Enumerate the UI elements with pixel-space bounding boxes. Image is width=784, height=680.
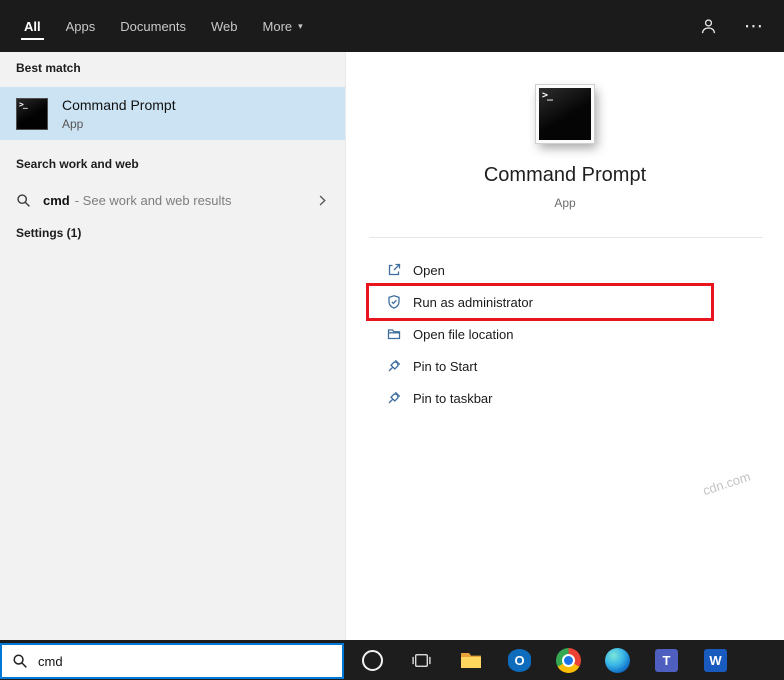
tab-documents[interactable]: Documents [120,0,186,52]
action-open-file-location-label: Open file location [413,327,513,342]
topbar-actions: ⋯ [699,0,764,52]
chrome-icon [556,648,581,673]
action-open-file-location[interactable]: Open file location [369,318,763,350]
cortana-icon [362,650,383,671]
search-icon [16,193,31,208]
more-options-icon[interactable]: ⋯ [744,17,764,36]
best-match-header: Best match [16,61,81,75]
tab-web[interactable]: Web [211,0,238,52]
result-preview-panel: Command Prompt App Open [345,52,784,640]
tab-web-label: Web [211,19,238,34]
pin-icon [386,358,402,374]
best-match-text: Command Prompt App [62,97,176,131]
chrome-button[interactable] [544,640,593,680]
outlook-button[interactable]: O [495,640,544,680]
command-prompt-icon-large [536,85,594,143]
web-suggestion-item[interactable]: cmd - See work and web results [0,184,345,216]
search-icon [12,653,28,669]
tab-more[interactable]: More ▾ [263,0,303,52]
taskbar-icons: O T W [348,640,740,680]
file-location-icon [386,326,402,342]
web-suggestion-query: cmd [43,193,70,208]
tab-all-label: All [24,19,41,34]
open-icon [386,262,402,278]
tab-documents-label: Documents [120,19,186,34]
divider [369,237,763,238]
tab-apps[interactable]: Apps [66,0,96,52]
search-filter-bar: All Apps Documents Web More ▾ [0,0,784,52]
action-open-label: Open [413,263,445,278]
edge-button[interactable] [593,640,642,680]
action-pin-to-taskbar[interactable]: Pin to taskbar [369,382,763,414]
teams-icon: T [655,649,678,672]
filter-tabs: All Apps Documents Web More ▾ [0,0,784,52]
action-pin-to-start-label: Pin to Start [413,359,477,374]
user-feedback-icon[interactable] [699,17,718,36]
settings-section-header: Settings (1) [16,226,81,240]
admin-shield-icon [386,294,402,310]
cortana-button[interactable] [348,640,397,680]
edge-icon [605,648,630,673]
chevron-down-icon: ▾ [298,21,303,32]
context-actions: Open Run as administrator [369,254,763,414]
web-section-header: Search work and web [16,157,139,171]
file-explorer-icon [459,648,483,672]
best-match-title: Command Prompt [62,97,176,113]
preview-subtitle: App [346,196,784,210]
action-pin-to-taskbar-label: Pin to taskbar [413,391,493,406]
best-match-subtitle: App [62,117,176,131]
pin-icon [386,390,402,406]
search-results-panel: Best match Command Prompt App Search wor… [0,52,345,640]
web-suggestion-hint: - See work and web results [75,193,232,208]
tab-more-label: More [263,19,293,34]
watermark: cdn.com [701,469,752,498]
best-match-result[interactable]: Command Prompt App [0,87,345,140]
preview-title: Command Prompt [346,164,784,187]
tab-apps-label: Apps [66,19,96,34]
file-explorer-button[interactable] [446,640,495,680]
action-run-as-administrator-label: Run as administrator [413,295,533,310]
tab-all[interactable]: All [24,0,41,52]
search-input[interactable] [38,654,342,669]
action-run-as-administrator[interactable]: Run as administrator [369,286,711,318]
teams-button[interactable]: T [642,640,691,680]
taskbar-search-box[interactable] [0,643,344,679]
command-prompt-icon [536,85,594,143]
outlook-icon: O [508,649,531,672]
task-view-button[interactable] [397,640,446,680]
task-view-icon [411,650,432,671]
action-open[interactable]: Open [369,254,763,286]
command-prompt-icon [16,98,48,130]
taskbar: O T W [0,640,784,680]
word-button[interactable]: W [691,640,740,680]
word-icon: W [704,649,727,672]
chevron-right-icon[interactable] [316,194,329,207]
windows-search-flyout: All Apps Documents Web More ▾ [0,0,784,680]
action-pin-to-start[interactable]: Pin to Start [369,350,763,382]
